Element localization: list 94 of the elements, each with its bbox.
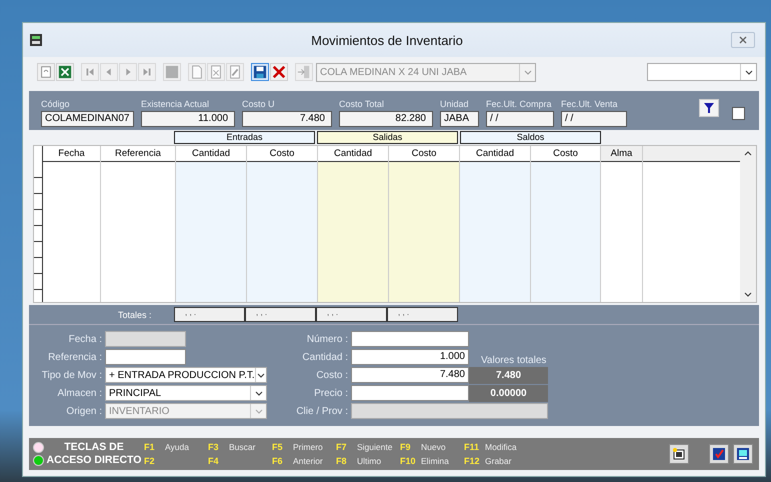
cancel-icon[interactable] xyxy=(270,63,288,81)
input-field[interactable]: 7.480 xyxy=(351,367,469,383)
field-value: COLAMEDINAN07 xyxy=(41,111,134,127)
field-label: Origen : xyxy=(65,406,103,416)
input-field[interactable] xyxy=(105,349,186,365)
field-label: Almacen : xyxy=(56,388,103,398)
key-label: F10 xyxy=(400,456,417,466)
key-action: Grabar xyxy=(485,456,512,466)
shortcuts-title: ACCESO DIRECTO xyxy=(46,454,142,467)
field-value: 11.000 xyxy=(141,111,235,127)
field-label: Tipo de Mov : xyxy=(40,370,103,380)
monitor-icon[interactable] xyxy=(733,444,753,464)
field-label: Código xyxy=(41,99,71,111)
caret-icon[interactable] xyxy=(254,390,262,396)
key-action: Nuevo xyxy=(421,442,446,452)
column-header[interactable]: Cantidad xyxy=(176,146,246,162)
window-title: Movimientos de Inventario xyxy=(310,32,464,48)
total-value: , , . xyxy=(245,307,316,322)
field-value: 7.480 xyxy=(242,111,332,127)
checklist-icon[interactable] xyxy=(709,444,729,464)
key-label: F6 xyxy=(272,456,284,466)
input-field[interactable] xyxy=(351,331,469,347)
input-field[interactable] xyxy=(351,385,469,401)
column-header[interactable]: Referencia xyxy=(101,146,175,162)
filter-icon[interactable] xyxy=(699,99,719,117)
field-label: Fec.Ult. Venta xyxy=(561,99,619,111)
column-group-header: Entradas xyxy=(174,131,315,144)
caret-icon[interactable] xyxy=(744,70,752,74)
field-label: Costo Total xyxy=(339,99,385,111)
document-icon[interactable] xyxy=(669,444,689,464)
key-label: F2 xyxy=(144,456,156,466)
field-label: Clie / Prov : xyxy=(295,406,349,416)
column-header[interactable]: Cantidad xyxy=(318,146,388,162)
field-label: Número : xyxy=(306,334,349,344)
key-label: F3 xyxy=(208,442,220,452)
field-label: Existencia Actual xyxy=(141,99,210,111)
total-value: 0.00000 xyxy=(469,384,548,402)
key-label: F7 xyxy=(336,442,348,452)
column-group-header: Salidas xyxy=(317,131,458,144)
key-label: F11 xyxy=(464,442,480,452)
total-value: , , . xyxy=(316,307,387,322)
total-value: 7.480 xyxy=(469,366,548,384)
app-icon xyxy=(29,33,43,47)
field-label: Fec.Ult. Compra xyxy=(486,99,553,111)
key-label: F12 xyxy=(464,456,481,466)
refresh-icon[interactable] xyxy=(37,63,55,81)
column-group-header: Saldos xyxy=(460,131,601,144)
scroll-up-icon[interactable] xyxy=(744,151,752,156)
total-value: , , . xyxy=(174,307,245,322)
totals-heading: Valores totales xyxy=(481,354,546,366)
field-label: Costo U xyxy=(242,99,276,111)
field-label: Costo : xyxy=(315,370,349,380)
column-header[interactable]: Costo xyxy=(247,146,317,162)
key-label: F5 xyxy=(272,442,284,452)
shortcuts-title: TECLAS DE xyxy=(64,441,124,454)
key-label: F8 xyxy=(336,456,348,466)
excel-icon[interactable] xyxy=(56,63,74,81)
key-action: Siguiente xyxy=(357,442,392,452)
key-action: Anterior xyxy=(293,456,323,466)
field-label: Fecha : xyxy=(68,334,103,344)
key-action: Primero xyxy=(293,442,323,452)
key-label: F4 xyxy=(208,456,220,466)
checkbox[interactable] xyxy=(732,107,745,120)
close-button[interactable] xyxy=(731,32,755,48)
key-action: Buscar xyxy=(229,442,256,452)
field-value: / / xyxy=(486,111,554,127)
close-icon[interactable] xyxy=(739,36,747,44)
key-action: Modifica xyxy=(485,442,517,452)
field-label: Referencia : xyxy=(47,352,103,362)
key-action: Elimina xyxy=(421,456,449,466)
key-label: F9 xyxy=(400,442,412,452)
save-icon[interactable] xyxy=(251,63,269,81)
column-header[interactable]: Cantidad xyxy=(460,146,530,162)
key-action: Ultimo xyxy=(357,456,382,466)
scrollbar[interactable] xyxy=(740,146,756,302)
column-header[interactable]: Costo xyxy=(531,146,600,162)
column-header[interactable]: Fecha xyxy=(43,146,100,162)
key-action: Ayuda xyxy=(165,442,189,452)
key-label: F1 xyxy=(144,442,156,452)
field-value: 82.280 xyxy=(339,111,433,127)
input-field[interactable]: 1.000 xyxy=(351,349,469,365)
field-label: Unidad xyxy=(440,99,470,111)
field-label: Precio : xyxy=(313,388,349,398)
totals-label: Totales : xyxy=(118,310,153,320)
dropdown[interactable]: + ENTRADA PRODUCCION P.T. xyxy=(105,367,267,383)
scroll-down-icon[interactable] xyxy=(744,292,752,297)
field-label: Cantidad : xyxy=(301,352,349,362)
column-header[interactable]: Alma xyxy=(601,146,642,162)
caret-icon[interactable] xyxy=(256,372,265,378)
field-value: / / xyxy=(561,111,627,127)
field-value: JABA xyxy=(440,111,479,127)
total-value: , , . xyxy=(387,307,458,322)
dropdown[interactable]: PRINCIPAL xyxy=(105,385,267,401)
column-header[interactable]: Costo xyxy=(389,146,459,162)
